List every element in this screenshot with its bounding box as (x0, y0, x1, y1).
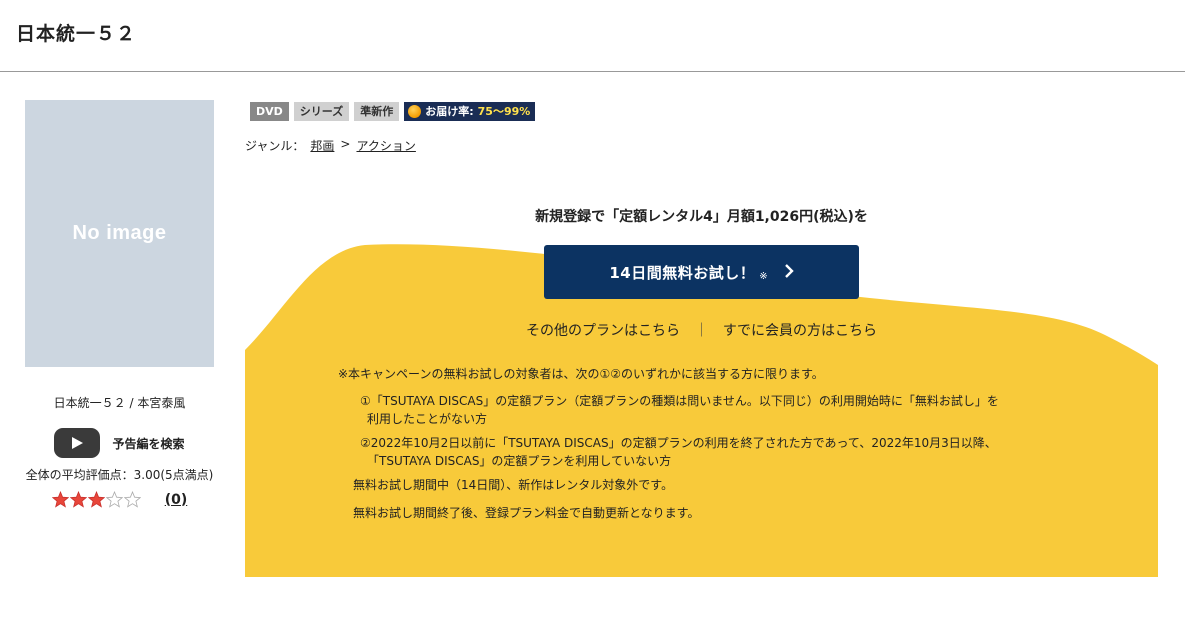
title-divider (0, 71, 1185, 72)
dvd-tag: DVD (250, 102, 289, 121)
chevron-right-icon (784, 262, 794, 283)
page-title: 日本統一５２ (16, 23, 137, 45)
play-icon (54, 428, 101, 458)
condition-2-line-1: ②2022年10月2日以前に「TSUTAYA DISCAS」の定額プランの利用を… (360, 436, 997, 450)
existing-member-link[interactable]: すでに会員の方はこちら (723, 323, 877, 339)
campaign-note-head: ※本キャンペーンの無料お試しの対象者は、次の①②のいずれかに該当する方に限ります… (338, 367, 824, 381)
other-plans-link[interactable]: その他のプランはこちら (526, 323, 680, 339)
package-image-placeholder: No image (25, 100, 214, 367)
condition-1: ①「TSUTAYA DISCAS」の定額プラン（定額プランの種類は問いません。以… (338, 392, 1098, 428)
star-empty-icon (105, 491, 123, 508)
tag-row: DVD シリーズ 準新作 お届け率: 75〜99% (250, 102, 536, 121)
star-rating (51, 491, 141, 508)
plan-links: その他のプランはこちら ｜ すでに会員の方はこちら (245, 320, 1158, 340)
review-count-link[interactable]: (0) (165, 492, 188, 508)
genre-link-action[interactable]: アクション (356, 137, 415, 154)
left-column: No image 日本統一５２ / 本宮泰風 予告編を検索 全体の平均評価点：3… (25, 100, 214, 508)
genre-link-japanese-film[interactable]: 邦画 (310, 137, 334, 154)
rating-row: (0) (25, 491, 214, 508)
star-empty-icon (123, 491, 141, 508)
campaign-notes: ※本キャンペーンの無料お試しの対象者は、次の①②のいずれかに該当する方に限ります… (338, 365, 1098, 532)
genre-breadcrumb: ジャンル： 邦画 > アクション (245, 137, 416, 154)
star-filled-icon (69, 491, 87, 508)
delivery-rate-value: 75〜99% (477, 105, 531, 118)
average-rating-text: 全体の平均評価点：3.00(5点満点) (25, 468, 214, 482)
condition-1-line-2: 利用したことがない方 (367, 412, 488, 426)
delivery-rate-label: お届け率: (425, 105, 474, 118)
delivery-rate-badge: お届け率: 75〜99% (404, 102, 536, 121)
free-trial-note-mark: ※ (759, 270, 768, 282)
delivery-circle-icon (408, 105, 422, 118)
free-trial-label: 14日間無料お試し！ (609, 263, 756, 282)
semi-new-tag: 準新作 (354, 102, 400, 121)
plan-links-separator: ｜ (694, 323, 709, 339)
trailer-search-label: 予告編を検索 (112, 436, 185, 451)
condition-1-line-1: ①「TSUTAYA DISCAS」の定額プラン（定額プランの種類は問いません。以… (360, 394, 999, 408)
work-title-cast: 日本統一５２ / 本宮泰風 (53, 396, 186, 410)
condition-2-line-2: 「TSUTAYA DISCAS」の定額プランを利用していない方 (367, 454, 672, 468)
free-trial-button[interactable]: 14日間無料お試し！ ※ (544, 245, 859, 299)
trial-note-new-releases: 無料お試し期間中（14日間）、新作はレンタル対象外です。 (353, 478, 674, 492)
genre-label: ジャンル： (245, 139, 305, 153)
star-filled-icon (51, 491, 69, 508)
condition-2: ②2022年10月2日以前に「TSUTAYA DISCAS」の定額プランの利用を… (338, 434, 1098, 470)
genre-separator: > (340, 137, 351, 151)
trailer-search-button[interactable]: 予告編を検索 (25, 428, 214, 458)
star-filled-icon (87, 491, 105, 508)
trial-note-auto-renew: 無料お試し期間終了後、登録プラン料金で自動更新となります。 (353, 506, 700, 520)
series-tag: シリーズ (293, 102, 350, 121)
promo-headline: 新規登録で「定額レンタル4」月額1,026円(税込)を (535, 209, 868, 225)
